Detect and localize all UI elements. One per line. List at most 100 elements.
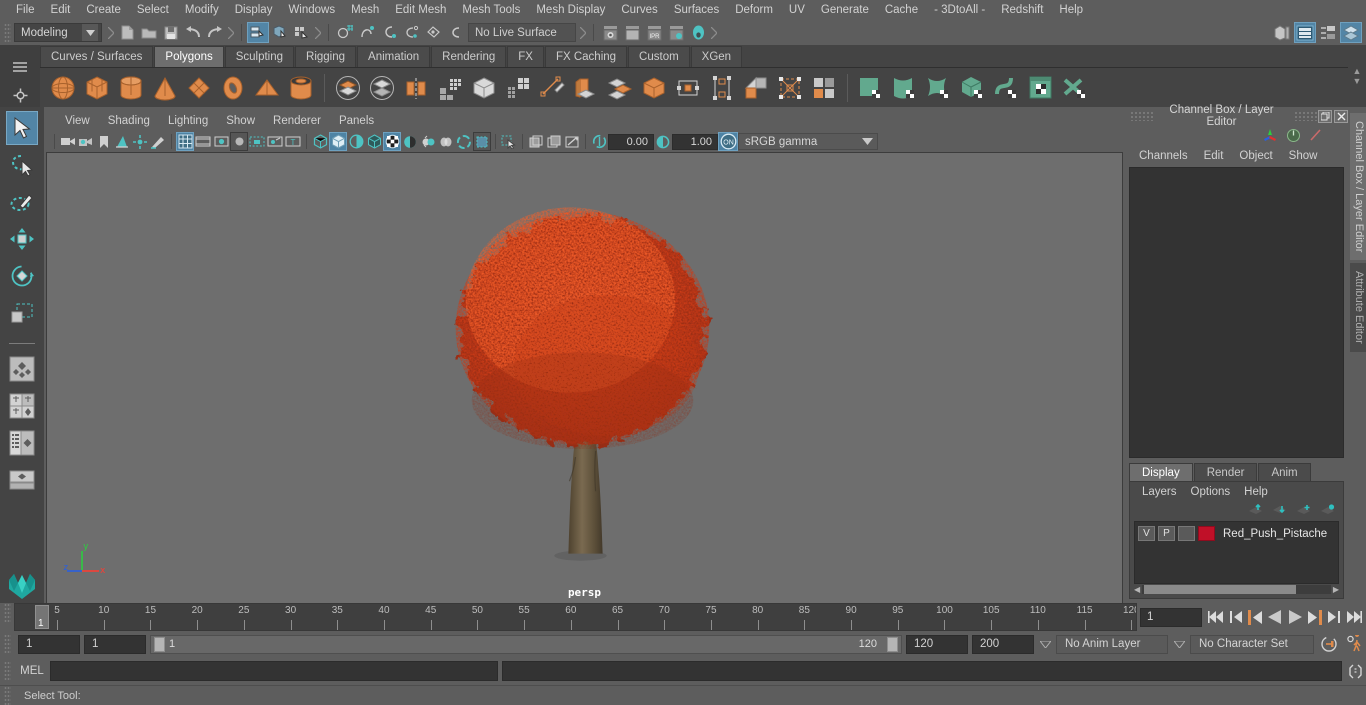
layer-list[interactable]: V P Red_Push_Pistache (1134, 521, 1339, 584)
help-line-gripper[interactable] (4, 686, 11, 705)
make-live-icon[interactable] (444, 22, 466, 43)
range-start-handle[interactable] (154, 637, 165, 652)
select-by-component-icon[interactable] (291, 22, 313, 43)
side-tab-attribute-editor[interactable]: Attribute Editor (1350, 263, 1366, 352)
panel-menu-lighting[interactable]: Lighting (159, 111, 217, 131)
menu-modify[interactable]: Modify (177, 0, 227, 20)
render-sequence-icon[interactable] (621, 22, 643, 43)
side-tab-channel-box-layer-editor[interactable]: Channel Box / Layer Editor (1350, 113, 1366, 260)
uv-unfold-icon[interactable] (990, 71, 1024, 105)
step-forward-frame-icon[interactable] (1307, 610, 1323, 625)
shelf-tab-custom[interactable]: Custom (628, 46, 690, 67)
layer-visibility-toggle[interactable]: V (1138, 526, 1155, 541)
layer-playback-toggle[interactable]: P (1158, 526, 1175, 541)
move-layer-up-icon[interactable] (1248, 504, 1263, 516)
save-scene-icon[interactable] (160, 22, 182, 43)
menu-generate[interactable]: Generate (813, 0, 877, 20)
character-set-field[interactable]: No Character Set (1190, 635, 1314, 654)
channel-box-content[interactable] (1129, 167, 1344, 458)
gamma-field[interactable]: 1.00 (672, 134, 718, 150)
bevel-icon[interactable] (467, 71, 501, 105)
layer-display-type-toggle[interactable] (1178, 526, 1195, 541)
show-hide-channel-box-icon[interactable] (1340, 22, 1362, 43)
separate-icon[interactable] (365, 71, 399, 105)
bookmark-icon[interactable] (95, 132, 113, 151)
command-language-label[interactable]: MEL (14, 665, 50, 677)
smooth-icon[interactable] (433, 71, 467, 105)
cb-menu-edit[interactable]: Edit (1196, 150, 1232, 162)
film-gate-icon[interactable] (194, 132, 212, 151)
step-back-keyframe-icon[interactable] (1229, 610, 1243, 624)
redo-icon[interactable] (204, 22, 226, 43)
channel-box-icon[interactable] (1263, 128, 1278, 143)
ipr-render-icon[interactable]: IPR (643, 22, 665, 43)
cb-menu-show[interactable]: Show (1281, 150, 1326, 162)
single-perspective-layout-button[interactable] (6, 352, 38, 386)
shelf-scroll-arrows[interactable]: ▲ ▼ (1348, 45, 1366, 107)
menu-mesh[interactable]: Mesh (343, 0, 387, 20)
close-panel-icon[interactable] (1334, 110, 1348, 123)
shelf-options-icon[interactable] (9, 84, 31, 106)
poly-cone-icon[interactable] (148, 71, 182, 105)
render-current-frame-icon[interactable] (599, 22, 621, 43)
status-line-gripper[interactable] (4, 23, 11, 43)
menu-surfaces[interactable]: Surfaces (666, 0, 727, 20)
panel-menu-shading[interactable]: Shading (99, 111, 159, 131)
isolate-select-icon[interactable] (500, 132, 518, 151)
play-backwards-icon[interactable] (1267, 609, 1283, 625)
range-end-handle[interactable] (887, 637, 898, 652)
scroll-track[interactable] (1142, 585, 1331, 594)
menu-file[interactable]: File (8, 0, 43, 20)
gamma-icon[interactable] (654, 132, 672, 151)
show-hide-tool-settings-icon[interactable] (1317, 22, 1339, 43)
uv-cut-icon[interactable] (1058, 71, 1092, 105)
shelf-scroll-down-icon[interactable]: ▼ (1353, 77, 1362, 85)
shelf-tab-animation[interactable]: Animation (357, 46, 430, 67)
range-start-field[interactable]: 1 (84, 635, 146, 654)
snap-to-grid-icon[interactable] (334, 22, 356, 43)
layer-tab-anim[interactable]: Anim (1258, 463, 1310, 481)
field-chart-icon[interactable] (248, 132, 266, 151)
cb-menu-channels[interactable]: Channels (1131, 150, 1196, 162)
menu-redshift[interactable]: Redshift (993, 0, 1051, 20)
move-layer-down-icon[interactable] (1272, 504, 1287, 516)
panel-menu-renderer[interactable]: Renderer (264, 111, 330, 131)
menu-mesh-display[interactable]: Mesh Display (528, 0, 613, 20)
undo-icon[interactable] (182, 22, 204, 43)
image-plane-icon[interactable] (113, 132, 131, 151)
perspective-viewport[interactable]: persp y x z (46, 152, 1123, 603)
layer-name-label[interactable]: Red_Push_Pistache (1223, 528, 1327, 540)
shelf-tab-fx[interactable]: FX (507, 46, 544, 67)
smooth-shade-icon[interactable] (329, 132, 347, 151)
xray-icon[interactable] (527, 132, 545, 151)
dock-gripper-right[interactable] (1294, 111, 1318, 121)
menu-set-selector[interactable]: Modeling (14, 23, 102, 42)
outliner-persp-layout-button[interactable] (6, 426, 38, 460)
camera-attributes-icon[interactable] (77, 132, 95, 151)
select-tool-button[interactable] (6, 111, 38, 145)
snap-to-curve-icon[interactable] (356, 22, 378, 43)
quad-draw-icon[interactable] (603, 71, 637, 105)
go-to-start-icon[interactable] (1208, 610, 1225, 624)
shadows-icon[interactable] (401, 132, 419, 151)
menu-uv[interactable]: UV (781, 0, 813, 20)
create-new-layer-icon[interactable] (1296, 504, 1311, 516)
time-slider-track[interactable]: 1 51015202530354045505560657075808590951… (14, 603, 1137, 631)
modeling-toolkit-icon[interactable] (1309, 128, 1324, 143)
snap-to-point-icon[interactable] (378, 22, 400, 43)
poly-pyramid-icon[interactable] (250, 71, 284, 105)
xray-joints-icon[interactable] (545, 132, 563, 151)
append-polygon-icon[interactable] (773, 71, 807, 105)
screen-space-ao-icon[interactable] (419, 132, 437, 151)
poly-cylinder-icon[interactable] (114, 71, 148, 105)
restore-panel-icon[interactable] (1318, 110, 1332, 123)
uv-spherical-icon[interactable] (922, 71, 956, 105)
exposure-field[interactable]: 0.00 (608, 134, 654, 150)
menu-deform[interactable]: Deform (727, 0, 781, 20)
extrude-icon[interactable] (569, 71, 603, 105)
step-back-frame-icon[interactable] (1247, 610, 1263, 625)
menu-3dtoall[interactable]: - 3DtoAll - (926, 0, 993, 20)
multi-cut-icon[interactable] (535, 71, 569, 105)
attribute-editor-icon[interactable] (1286, 128, 1301, 143)
go-to-end-icon[interactable] (1345, 610, 1362, 624)
